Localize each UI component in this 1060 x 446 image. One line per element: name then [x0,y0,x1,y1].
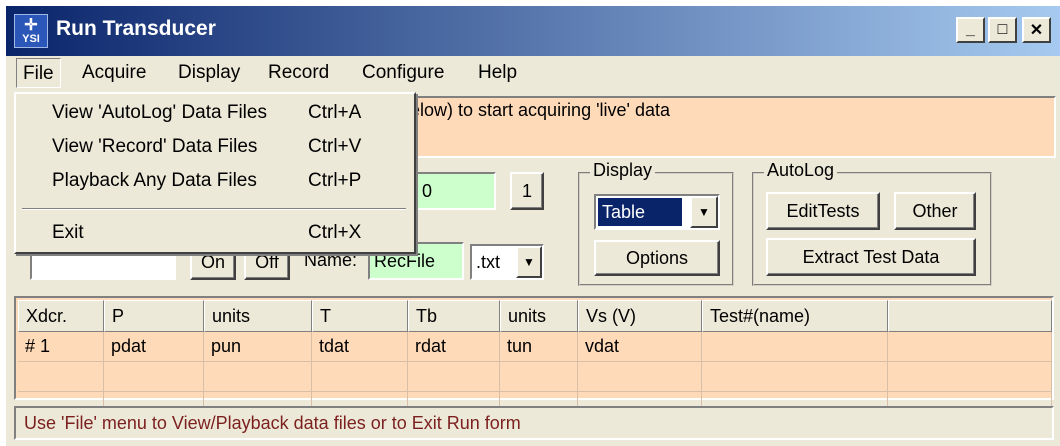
menu-item-shortcut: Ctrl+P [308,170,362,191]
menu-item-label: Playback Any Data Files [52,170,257,191]
menu-item-label: View 'AutoLog' Data Files [52,102,267,123]
menu-item-exit[interactable]: Exit Ctrl+X [16,218,412,248]
table-cell[interactable] [408,362,500,392]
table-cell[interactable]: pdat [104,332,204,362]
table-cell[interactable] [18,362,104,392]
minimize-button[interactable]: _ [956,17,985,43]
close-icon: ✕ [1029,22,1044,39]
table-cell[interactable] [204,362,312,392]
extension-value: .txt [476,252,501,272]
autolog-group-legend: AutoLog [764,160,838,181]
menu-record[interactable]: Record [262,58,335,88]
table-cell[interactable] [888,332,1052,362]
table-cell[interactable] [702,332,888,362]
table-cell[interactable]: pun [204,332,312,362]
ysi-logo-icon[interactable]: ✛ YSI [14,14,48,48]
table-cell[interactable]: tun [500,332,578,362]
counter-field[interactable]: 0 [414,172,496,210]
menu-item-label: Exit [52,222,84,243]
menu-item-playback[interactable]: Playback Any Data Files Ctrl+P [16,166,412,196]
table-cell[interactable] [888,362,1052,392]
menu-item-view-record[interactable]: View 'Record' Data Files Ctrl+V [16,132,412,162]
maximize-icon: □ [997,21,1008,38]
table-cell[interactable]: vdat [578,332,702,362]
table-cell[interactable] [578,362,702,392]
menu-acquire[interactable]: Acquire [76,58,152,88]
other-button[interactable]: Other [894,192,976,230]
table-cell[interactable]: rdat [408,332,500,362]
column-header[interactable]: units [204,300,312,332]
extract-test-data-button[interactable]: Extract Test Data [766,238,976,276]
menu-item-shortcut: Ctrl+X [308,222,362,243]
instruction-text: elow) to start acquiring 'live' data [410,100,670,120]
menu-bar [6,56,1060,92]
table-cell[interactable] [104,362,204,392]
column-header[interactable]: Vs (V) [578,300,702,332]
column-header[interactable] [888,300,1052,332]
table-cell[interactable]: tdat [312,332,408,362]
app-icon-text: YSI [22,32,40,45]
display-mode-value: Table [597,197,683,227]
menu-configure[interactable]: Configure [356,58,450,88]
column-header[interactable]: Test#(name) [702,300,888,332]
table-cell[interactable]: # 1 [18,332,104,362]
minimize-icon: _ [966,21,975,38]
column-header[interactable]: Xdcr. [18,300,104,332]
column-header[interactable]: T [312,300,408,332]
column-header[interactable]: units [500,300,578,332]
edit-tests-button[interactable]: EditTests [766,192,880,230]
menu-item-label: View 'Record' Data Files [52,136,258,157]
chevron-down-icon[interactable]: ▼ [690,196,718,228]
display-options-button[interactable]: Options [594,240,720,276]
menu-item-shortcut: Ctrl+V [308,136,362,157]
table-cell[interactable] [702,362,888,392]
window-title: Run Transducer [56,17,216,40]
status-bar: Use 'File' menu to View/Playback data fi… [14,406,1054,440]
table-cell[interactable] [312,362,408,392]
menu-display[interactable]: Display [172,58,246,88]
chevron-down-icon[interactable]: ▼ [516,246,542,278]
menu-item-shortcut: Ctrl+A [308,102,362,123]
menu-separator [22,208,406,210]
maximize-button[interactable]: □ [988,17,1017,43]
close-button[interactable]: ✕ [1022,17,1051,43]
display-group-legend: Display [590,160,656,181]
menu-file[interactable]: File [16,58,61,88]
menu-item-view-autolog[interactable]: View 'AutoLog' Data Files Ctrl+A [16,98,412,128]
column-header[interactable]: P [104,300,204,332]
menu-help[interactable]: Help [472,58,523,88]
step-button[interactable]: 1 [510,172,544,210]
column-header[interactable]: Tb [408,300,500,332]
table-cell[interactable] [500,362,578,392]
